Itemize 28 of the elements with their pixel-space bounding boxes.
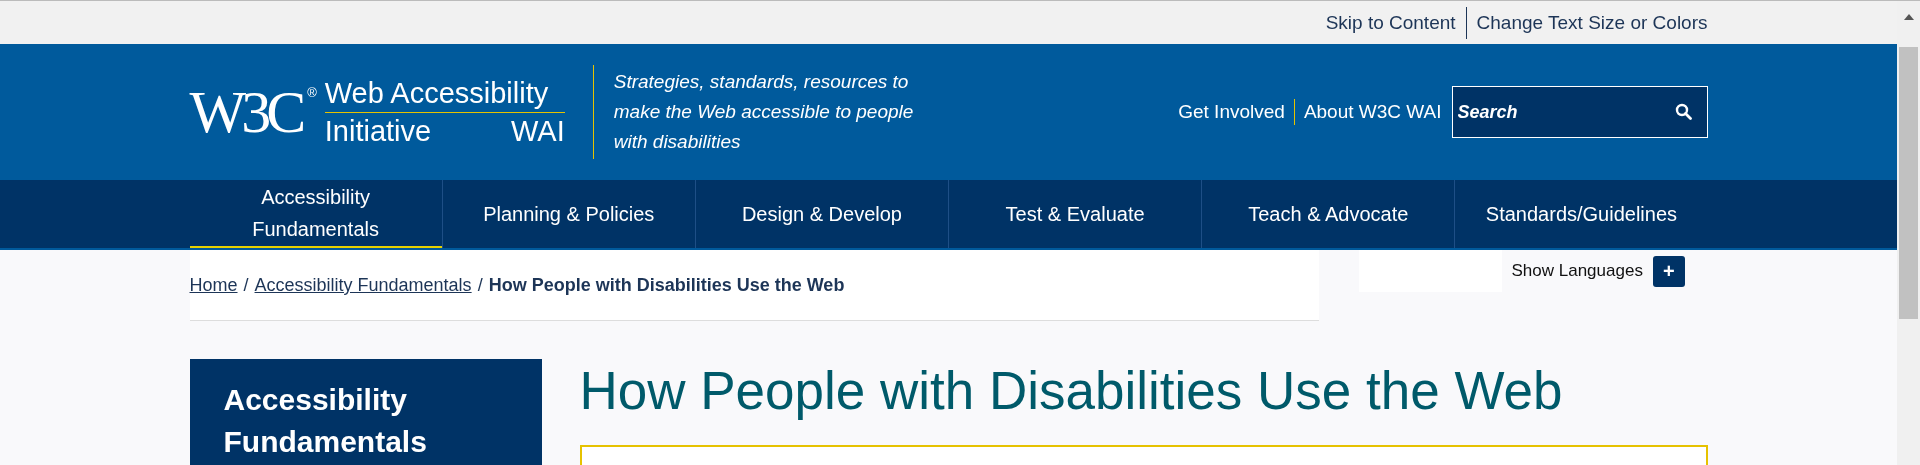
nav-tab[interactable]: Planning & Policies [441, 180, 695, 248]
search-icon[interactable] [1674, 103, 1692, 120]
site-abbreviation: WAI [511, 114, 565, 148]
scroll-up-arrow-icon[interactable] [1902, 13, 1915, 21]
page-title: How People with Disabilities Use the Web [579, 360, 1564, 422]
nav-tab[interactable]: Standards/Guidelines [1454, 180, 1708, 248]
nav-tab[interactable]: Accessibility Fundamentals [189, 180, 442, 248]
breadcrumb-separator: / [243, 275, 249, 296]
breadcrumb-link[interactable]: Accessibility Fundamentals [254, 275, 472, 296]
breadcrumb-current: How People with Disabilities Use the Web [488, 275, 845, 296]
sidebar-title[interactable]: Accessibility Fundamentals [223, 379, 508, 463]
breadcrumb-separator: / [477, 275, 483, 296]
w3c-logo[interactable]: W3C$^{®}$ [189, 82, 317, 142]
tagline: Strategies, standards, resources to make the Web accessible to people with disabilities [613, 70, 914, 154]
show-languages-button[interactable]: + [1652, 255, 1685, 287]
header-link[interactable]: About W3C WAI [1293, 99, 1451, 125]
languages-label: Show Languages [1511, 261, 1643, 281]
nav-tab[interactable]: Teach & Advocate [1201, 180, 1455, 248]
search-field[interactable]: Search [1451, 86, 1708, 138]
scroll-thumb[interactable] [1899, 47, 1918, 319]
breadcrumb-link[interactable]: Home [189, 275, 238, 296]
utility-link[interactable]: Change Text Size or Colors [1465, 6, 1708, 39]
site-name: Initiative [324, 114, 432, 148]
utility-link[interactable]: Skip to Content [1315, 6, 1466, 39]
header-link[interactable]: Get Involved [1169, 99, 1294, 125]
site-name: Web Accessibility [324, 76, 565, 113]
nav-tab[interactable]: Test & Evaluate [948, 180, 1202, 248]
nav-tab[interactable]: Design & Develop [694, 180, 948, 248]
